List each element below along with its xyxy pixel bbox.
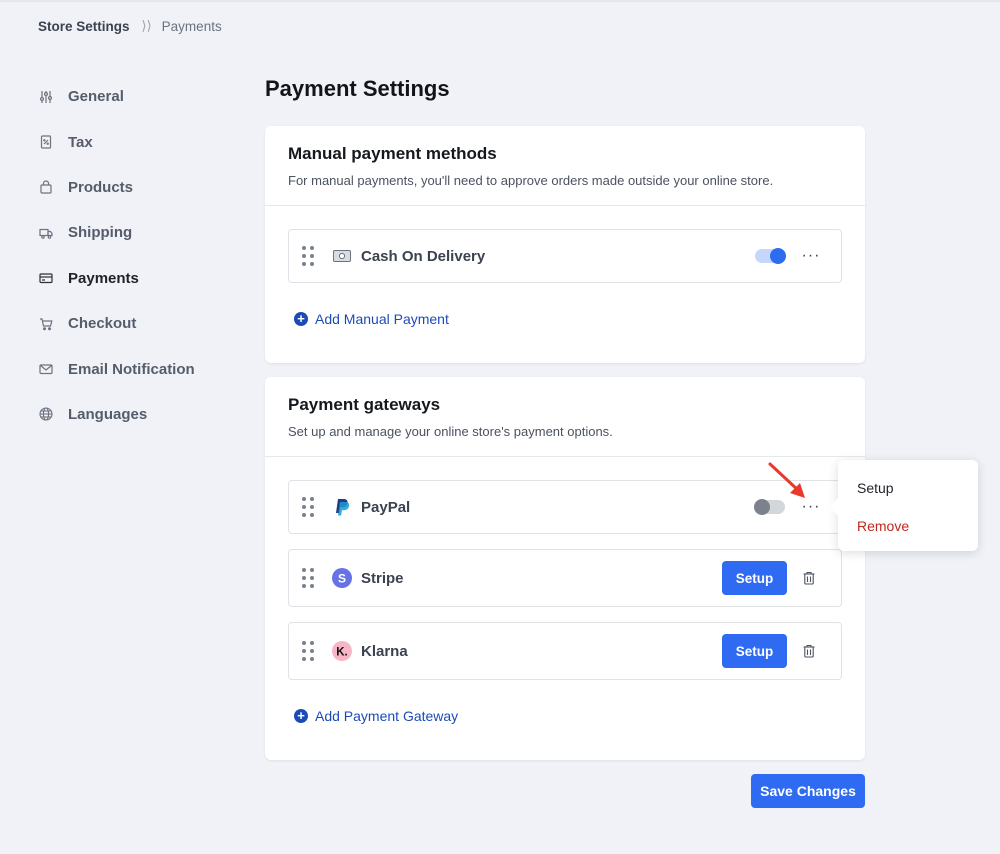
breadcrumb: Store Settings ⟩⟩ Payments bbox=[38, 18, 222, 34]
sidebar-item-label: Payments bbox=[68, 269, 139, 287]
cash-icon bbox=[332, 246, 352, 266]
payment-method-row: Cash On Delivery ··· bbox=[288, 229, 842, 283]
cash-on-delivery-toggle[interactable] bbox=[755, 248, 786, 264]
gateway-context-menu: Setup Remove bbox=[829, 460, 978, 551]
sidebar-item-payments[interactable]: Payments bbox=[38, 256, 238, 301]
truck-icon bbox=[38, 225, 54, 241]
bag-icon bbox=[38, 179, 54, 195]
mail-icon bbox=[38, 361, 54, 377]
card-description: Set up and manage your online store's pa… bbox=[288, 424, 613, 439]
sidebar-item-languages[interactable]: Languages bbox=[38, 392, 238, 437]
receipt-icon bbox=[38, 134, 54, 150]
card-icon bbox=[38, 270, 54, 286]
gateway-row-klarna: K. Klarna Setup bbox=[288, 622, 842, 680]
trash-icon[interactable] bbox=[801, 570, 817, 586]
cart-icon bbox=[38, 316, 54, 332]
card-header: Manual payment methods For manual paymen… bbox=[265, 126, 865, 206]
sidebar-item-label: Tax bbox=[68, 133, 93, 151]
save-changes-button[interactable]: Save Changes bbox=[751, 774, 865, 808]
menu-item-remove[interactable]: Remove bbox=[857, 518, 909, 534]
stripe-icon: S bbox=[332, 568, 352, 588]
drag-handle-icon[interactable] bbox=[302, 246, 314, 266]
top-divider bbox=[0, 0, 1000, 2]
gateway-row-paypal: PayPal ··· bbox=[288, 480, 842, 534]
sidebar-item-label: General bbox=[68, 88, 124, 106]
paypal-icon bbox=[332, 497, 352, 517]
sidebar-item-shipping[interactable]: Shipping bbox=[38, 210, 238, 255]
add-payment-gateway-link[interactable]: + Add Payment Gateway bbox=[294, 708, 458, 724]
manual-payment-card: Manual payment methods For manual paymen… bbox=[265, 126, 865, 363]
trash-icon[interactable] bbox=[801, 643, 817, 659]
klarna-icon: K. bbox=[332, 641, 352, 661]
add-manual-payment-label: Add Manual Payment bbox=[315, 311, 449, 327]
sidebar-item-label: Email Notification bbox=[68, 360, 195, 378]
sidebar-item-general[interactable]: General bbox=[38, 74, 238, 119]
page-title: Payment Settings bbox=[265, 76, 450, 101]
more-options-icon[interactable]: ··· bbox=[801, 248, 821, 264]
payment-method-name: Cash On Delivery bbox=[361, 247, 486, 265]
sidebar-item-email-notification[interactable]: Email Notification bbox=[38, 346, 238, 391]
gateway-name: PayPal bbox=[361, 498, 411, 516]
klarna-setup-button[interactable]: Setup bbox=[722, 634, 787, 668]
drag-handle-icon[interactable] bbox=[302, 497, 314, 517]
card-title: Payment gateways bbox=[288, 395, 441, 414]
payment-gateways-card: Payment gateways Set up and manage your … bbox=[265, 377, 865, 760]
breadcrumb-current: Payments bbox=[161, 18, 222, 34]
breadcrumb-root[interactable]: Store Settings bbox=[38, 19, 130, 34]
gateway-name: Stripe bbox=[361, 569, 404, 587]
drag-handle-icon[interactable] bbox=[302, 568, 314, 588]
add-manual-payment-link[interactable]: + Add Manual Payment bbox=[294, 311, 449, 327]
toggle-knob bbox=[770, 248, 786, 264]
settings-sidebar: General Tax Products Shipping Payments C… bbox=[38, 74, 238, 437]
sidebar-item-checkout[interactable]: Checkout bbox=[38, 301, 238, 346]
annotation-arrow-icon bbox=[768, 462, 805, 498]
sidebar-item-label: Products bbox=[68, 178, 134, 196]
card-title: Manual payment methods bbox=[288, 144, 497, 163]
card-description: For manual payments, you'll need to appr… bbox=[288, 173, 774, 188]
plus-circle-icon: + bbox=[294, 312, 308, 326]
sidebar-item-label: Shipping bbox=[68, 224, 133, 242]
svg-text:S: S bbox=[338, 572, 346, 586]
sidebar-item-tax[interactable]: Tax bbox=[38, 119, 238, 164]
breadcrumb-separator-icon: ⟩⟩ bbox=[141, 18, 152, 33]
plus-circle-icon: + bbox=[294, 709, 308, 723]
gateway-row-stripe: S Stripe Setup bbox=[288, 549, 842, 607]
gateway-name: Klarna bbox=[361, 642, 408, 660]
sliders-icon bbox=[38, 89, 54, 105]
svg-text:K.: K. bbox=[336, 647, 348, 659]
menu-item-setup[interactable]: Setup bbox=[857, 480, 894, 496]
add-payment-gateway-label: Add Payment Gateway bbox=[315, 708, 459, 724]
card-header: Payment gateways Set up and manage your … bbox=[265, 377, 865, 457]
sidebar-item-label: Languages bbox=[68, 405, 148, 423]
globe-icon bbox=[38, 406, 54, 422]
sidebar-item-label: Checkout bbox=[68, 315, 137, 333]
stripe-setup-button[interactable]: Setup bbox=[722, 561, 787, 595]
sidebar-item-products[interactable]: Products bbox=[38, 165, 238, 210]
drag-handle-icon[interactable] bbox=[302, 641, 314, 661]
